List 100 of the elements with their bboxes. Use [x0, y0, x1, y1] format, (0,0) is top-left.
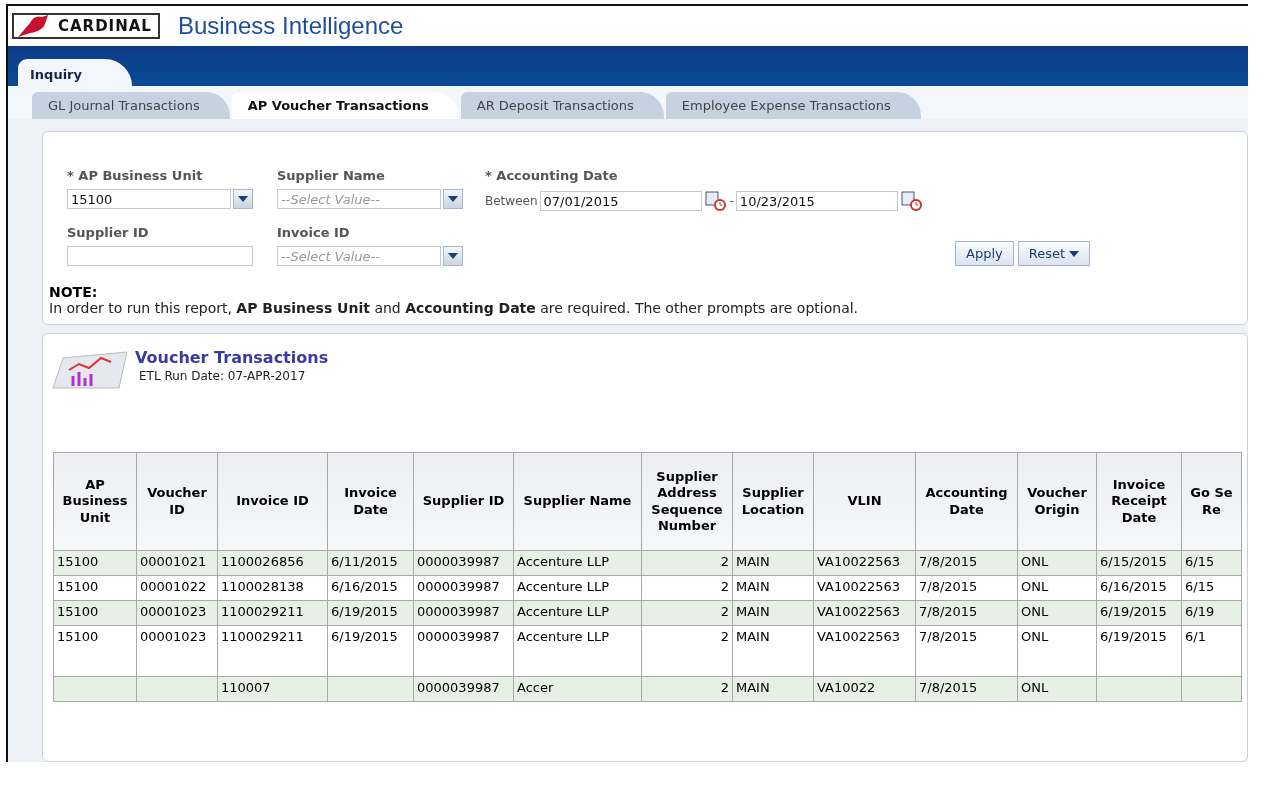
- etl-run-date: ETL Run Date: 07-APR-2017: [139, 369, 307, 383]
- table-cell: 0000039987: [413, 676, 514, 702]
- column-header: Voucher ID: [136, 452, 218, 551]
- table-cell: 6/16/2015: [1096, 575, 1182, 601]
- table-cell: 6/15: [1181, 550, 1242, 576]
- tab[interactable]: GL Journal Transactions: [32, 92, 230, 119]
- table-cell: 1100026856: [217, 550, 328, 576]
- table-cell: Accenture LLP: [513, 550, 642, 576]
- table-cell: 6/16/2015: [327, 575, 414, 601]
- table-cell: 6/1: [1181, 625, 1242, 677]
- column-header: Supplier Location: [732, 452, 814, 551]
- select-field[interactable]: 15100: [67, 189, 231, 209]
- table-cell: 6/19/2015: [1096, 600, 1182, 626]
- table-cell: 15100: [53, 575, 137, 601]
- table-cell: 6/19/2015: [327, 600, 414, 626]
- table-cell: 7/8/2015: [915, 625, 1018, 677]
- tab[interactable]: Employee Expense Transactions: [665, 92, 921, 119]
- table-cell: VA10022: [813, 676, 916, 702]
- table-cell: 6/19: [1181, 600, 1242, 626]
- field-label: * AP Business Unit: [67, 168, 204, 183]
- column-header: VLIN: [813, 452, 916, 551]
- table-cell: Accer: [513, 676, 642, 702]
- table-cell: 15100: [53, 625, 137, 677]
- table-cell: MAIN: [732, 575, 814, 601]
- column-header: Accounting Date: [915, 452, 1018, 551]
- tab[interactable]: AP Voucher Transactions: [231, 92, 459, 119]
- table-cell: 6/19/2015: [327, 625, 414, 677]
- table-cell: Accenture LLP: [513, 625, 642, 677]
- note-text: In order to run this report, AP Business Unit and Accounting Date are required. The other prompts are optional.: [49, 300, 860, 316]
- table-cell: 0000039987: [413, 550, 514, 576]
- date-field[interactable]: 07/01/2015: [539, 191, 702, 211]
- table-cell: 6/11/2015: [327, 550, 414, 576]
- column-header: Invoice Receipt Date: [1096, 452, 1182, 551]
- table-cell: 7/8/2015: [915, 676, 1018, 702]
- column-header: Supplier Name: [513, 452, 642, 551]
- table-cell: MAIN: [732, 550, 814, 576]
- table-cell: Accenture LLP: [513, 575, 642, 601]
- field-label: Invoice ID: [277, 225, 351, 240]
- between-label: Between: [485, 194, 538, 208]
- table-cell: Accenture LLP: [513, 600, 642, 626]
- table-cell: ONL: [1017, 676, 1097, 702]
- table-cell: 2: [641, 600, 733, 626]
- table-cell: 00001023: [136, 600, 218, 626]
- table-cell: 6/15/2015: [1096, 550, 1182, 576]
- table-cell: 6/19/2015: [1096, 625, 1182, 677]
- table-cell: MAIN: [732, 600, 814, 626]
- dropdown-caret-icon: [448, 196, 458, 202]
- input-field[interactable]: [67, 246, 253, 266]
- logo-text: CARDINAL: [58, 17, 152, 35]
- note-title: NOTE:: [49, 284, 99, 300]
- field-label: Supplier ID: [67, 225, 150, 240]
- column-header: Invoice Date: [327, 452, 414, 551]
- tab[interactable]: AR Deposit Transactions: [460, 92, 664, 119]
- menu-button[interactable]: Reset: [1017, 241, 1091, 266]
- table-cell: 0000039987: [413, 600, 514, 626]
- date-field[interactable]: 10/23/2015: [735, 191, 898, 211]
- table-cell: 2: [641, 550, 733, 576]
- chart-report-icon: [49, 348, 129, 392]
- table-cell: ONL: [1017, 550, 1097, 576]
- table-cell: VA10022563: [813, 575, 916, 601]
- column-header: Supplier ID: [413, 452, 514, 551]
- table-cell: 7/8/2015: [915, 600, 1018, 626]
- table-cell: 0000039987: [413, 625, 514, 677]
- apply-button[interactable]: Apply: [955, 241, 1014, 266]
- app-title: Business Intelligence: [177, 12, 404, 40]
- field-label: Supplier Name: [277, 168, 386, 183]
- column-header: Invoice ID: [217, 452, 328, 551]
- table-cell: MAIN: [732, 625, 814, 677]
- column-header: Voucher Origin: [1017, 452, 1097, 551]
- table-cell: VA10022563: [813, 600, 916, 626]
- table-cell: 00001023: [136, 625, 218, 677]
- report-title[interactable]: Voucher Transactions: [135, 348, 329, 367]
- field-label: * Accounting Date: [485, 168, 619, 183]
- dropdown-caret-icon: [238, 196, 248, 202]
- table-cell: 0000039987: [413, 575, 514, 601]
- calendar-clock-icon[interactable]: [899, 189, 924, 213]
- table-cell: ONL: [1017, 625, 1097, 677]
- range-separator: -: [729, 194, 734, 208]
- table-cell: ONL: [1017, 575, 1097, 601]
- table-cell: VA10022563: [813, 625, 916, 677]
- table-cell: 6/15: [1181, 575, 1242, 601]
- dropdown-button[interactable]: [233, 189, 253, 209]
- table-cell: MAIN: [732, 676, 814, 702]
- table-cell: 1100029211: [217, 625, 328, 677]
- table-cell: 2: [641, 676, 733, 702]
- column-header: Supplier Address Sequence Number: [641, 452, 733, 551]
- table-cell: 2: [641, 625, 733, 677]
- calendar-clock-icon[interactable]: [703, 189, 728, 213]
- column-header: AP Business Unit: [53, 452, 137, 551]
- dropdown-button[interactable]: [443, 189, 463, 209]
- dropdown-caret-icon: [448, 253, 458, 259]
- table-cell: 7/8/2015: [915, 575, 1018, 601]
- table-cell: 00001022: [136, 575, 218, 601]
- column-header: Go Se Re: [1181, 452, 1242, 551]
- tab[interactable]: Inquiry: [18, 59, 132, 86]
- table-cell: VA10022563: [813, 550, 916, 576]
- table-cell: 110007: [217, 676, 328, 702]
- table-cell: 00001021: [136, 550, 218, 576]
- dropdown-button[interactable]: [443, 246, 463, 266]
- table-cell: 1100029211: [217, 600, 328, 626]
